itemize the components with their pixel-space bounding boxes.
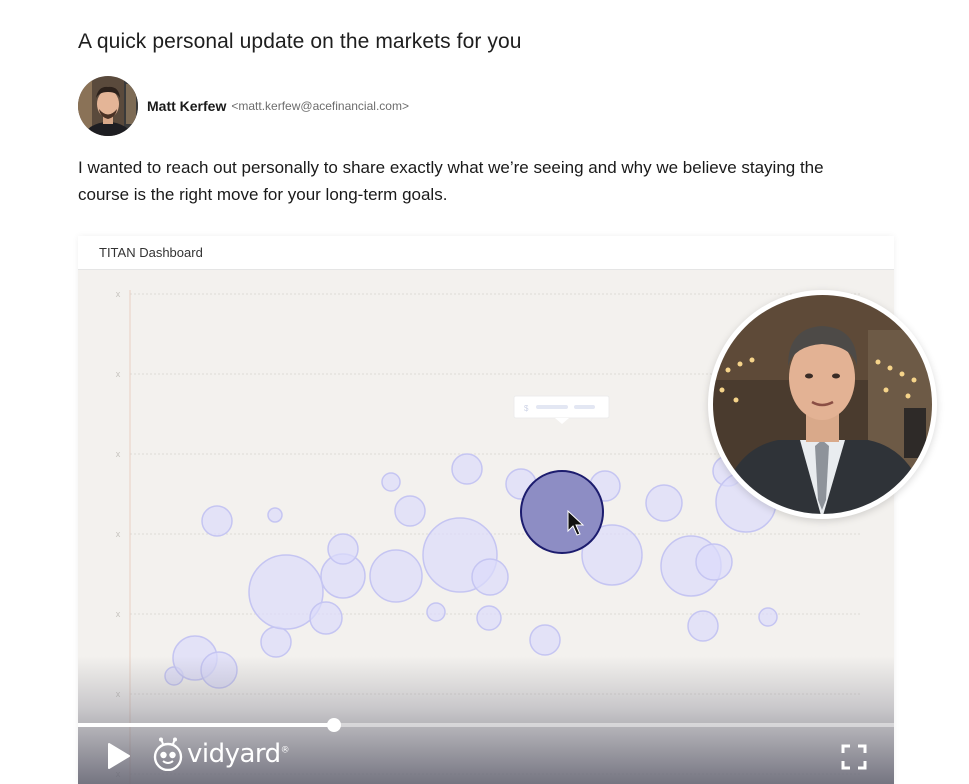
y-tick-label: x [116, 369, 121, 379]
bubble [369, 549, 423, 603]
sender-email[interactable]: <matt.kerfew@acefinancial.com> [231, 99, 409, 113]
bubble [476, 605, 502, 631]
dashboard-title: TITAN Dashboard [99, 245, 203, 260]
email-message: I wanted to reach out personally to shar… [78, 158, 824, 204]
bubble [426, 602, 446, 622]
bubble [645, 484, 683, 522]
play-icon [108, 743, 130, 769]
play-button[interactable] [106, 742, 132, 770]
tooltip-placeholder-bar [574, 405, 595, 409]
bubble [394, 495, 426, 527]
brand-wordmark: vidyard [187, 739, 281, 769]
highlighted-bubble [520, 470, 604, 554]
y-tick-label: x [116, 529, 121, 539]
brand-name: vidyard® [187, 739, 290, 769]
email-subject: A quick personal update on the markets f… [78, 30, 522, 53]
vidyard-logo: vidyard® [152, 736, 290, 772]
bubble [687, 610, 719, 642]
tooltip-pointer [555, 418, 569, 424]
bubble [201, 505, 233, 537]
presenter-webcam [708, 290, 937, 519]
registered-mark: ® [280, 745, 290, 756]
bubble [327, 533, 359, 565]
presenter-video-frame [710, 292, 935, 517]
bubble [260, 626, 292, 658]
bubble [758, 607, 778, 627]
y-tick-label: x [116, 289, 121, 299]
y-tick-label: x [116, 449, 121, 459]
sender-row: Matt Kerfew <matt.kerfew@acefinancial.co… [78, 76, 409, 136]
bubble [381, 472, 401, 492]
bubble [529, 624, 561, 656]
fullscreen-button[interactable] [841, 744, 867, 770]
bubble [471, 558, 509, 596]
bubble [267, 507, 283, 523]
tooltip-currency: $ [524, 404, 529, 413]
bubble [309, 601, 343, 635]
progress-bar[interactable] [78, 723, 894, 727]
avatar-photo [78, 76, 138, 136]
vidyard-bot-icon [153, 737, 183, 771]
fullscreen-icon [841, 744, 867, 770]
y-tick-label: x [116, 609, 121, 619]
tooltip-placeholder-bar [536, 405, 568, 409]
bubble [451, 453, 483, 485]
avatar [78, 76, 138, 136]
progress-fill [78, 723, 335, 727]
dashboard-header: TITAN Dashboard [78, 236, 894, 270]
bubble [695, 543, 733, 581]
sender-name: Matt Kerfew [147, 98, 227, 114]
